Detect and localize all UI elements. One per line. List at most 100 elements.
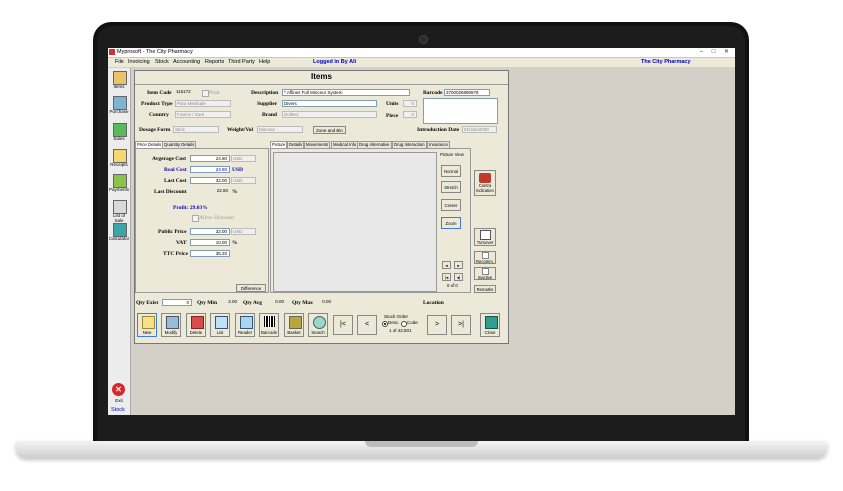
sidebar-item-receipts[interactable]: Receipts (108, 162, 130, 167)
sidebar-item-sales[interactable]: Sales (108, 136, 130, 141)
sidebar-item-purchase[interactable]: Purchase (108, 109, 130, 114)
sidebar-item-payments[interactable]: Payments (108, 187, 130, 192)
exit-label[interactable]: Exit (108, 398, 130, 403)
tab-drug-alternative[interactable]: Drug Alternative (357, 141, 392, 148)
turnover-icon (479, 230, 491, 240)
inactive-button[interactable]: Inactive (474, 267, 496, 280)
picture-box[interactable] (273, 152, 437, 292)
close-button[interactable]: Close (480, 313, 500, 337)
qty-max-field[interactable]: 0.00 (313, 299, 333, 306)
print-checkbox[interactable] (202, 90, 209, 97)
difference-button[interactable]: Difference (236, 284, 266, 292)
list-of-sale-icon[interactable] (113, 200, 127, 214)
tab-quantity-details[interactable]: Quantity Details (162, 141, 197, 148)
tab-movements[interactable]: Movements (304, 141, 331, 148)
modify-icon (166, 316, 179, 329)
zone-bin-button[interactable]: Zone and Bin (313, 126, 346, 134)
public-price-field[interactable]: 32.00 (190, 228, 230, 235)
calculator-icon[interactable] (113, 223, 127, 237)
prev-record-button[interactable]: < (357, 315, 377, 335)
center-button[interactable]: Center (441, 199, 461, 211)
public-currency-select[interactable]: USD (231, 228, 256, 235)
menu-help[interactable]: Help (259, 59, 270, 65)
items-icon[interactable] (113, 71, 127, 85)
receipts-icon[interactable] (113, 149, 127, 163)
maximize-icon[interactable]: □ (709, 49, 718, 55)
sidebar-item-items[interactable]: Items (108, 84, 130, 89)
country-select[interactable]: France / Sure (175, 111, 231, 118)
barcode-list[interactable] (423, 98, 498, 124)
menu-file[interactable]: File (115, 59, 124, 65)
qty-min-field[interactable]: 2.00 (219, 299, 239, 306)
turnover-button[interactable]: Turnover (474, 228, 496, 246)
avg-cost-field[interactable]: 24.80 (190, 155, 230, 162)
last-discount-field[interactable]: 22.50 (190, 188, 230, 195)
new-button[interactable]: New (137, 313, 157, 337)
tab-price-details[interactable]: Price Details (135, 141, 164, 148)
last-record-button[interactable]: >| (451, 315, 471, 335)
qty-avg-field[interactable]: 0.00 (266, 299, 286, 306)
vat-field[interactable]: 10.00 (190, 239, 230, 246)
recomm-checkbox[interactable] (481, 252, 489, 259)
last-cost-field[interactable]: 32.00 (190, 177, 230, 184)
last-currency-select[interactable]: USD (231, 177, 256, 184)
search-button[interactable]: Search (308, 313, 328, 337)
basket-button[interactable]: Basket (284, 313, 304, 337)
menu-reports[interactable]: Reports (205, 59, 224, 65)
code-label: Code (407, 320, 418, 325)
close-icon[interactable]: ✕ (722, 49, 731, 55)
piece-field[interactable]: 0 (403, 111, 417, 118)
purchase-icon[interactable] (113, 96, 127, 110)
description-field[interactable]: * Affines Full Minceur System (282, 89, 410, 96)
real-cost-field[interactable]: 24.80 (190, 166, 230, 173)
allow-discount-checkbox[interactable] (192, 215, 199, 222)
weight-select[interactable]: Minceur (257, 126, 303, 133)
barcode-button[interactable]: Barcode (259, 313, 279, 337)
supplier-field[interactable]: Divers (282, 100, 377, 107)
normal-button[interactable]: Normal (441, 165, 461, 177)
modify-button[interactable]: Modify (161, 313, 181, 337)
menu-third-party[interactable]: Third Party (228, 59, 255, 65)
tab-drug-interaction[interactable]: Drug Interaction (392, 141, 427, 148)
sidebar-item-list-of-sale[interactable]: List of Sale (108, 213, 130, 223)
brand-select[interactable]: Dolless (282, 111, 377, 118)
pic-first-button[interactable]: |◂ (442, 273, 451, 281)
pic-last-button[interactable]: ◂| (454, 273, 463, 281)
tab-picture[interactable]: Picture (270, 141, 288, 148)
ttc-price-field[interactable]: 35.20 (190, 250, 230, 257)
menu-stock[interactable]: Stock (155, 59, 169, 65)
inactive-checkbox[interactable] (481, 268, 489, 275)
reader-button[interactable]: Reader (235, 313, 255, 337)
units-field[interactable]: 0 (403, 100, 417, 107)
list-button[interactable]: List (210, 313, 230, 337)
pic-prev-button[interactable]: ◂ (442, 261, 451, 269)
product-type-select[interactable]: Para Medicale (175, 100, 231, 107)
reader-label: Reader (237, 330, 253, 335)
avg-currency-select[interactable]: USD (231, 155, 256, 162)
dosage-form-select[interactable]: Stick (173, 126, 219, 133)
recomm-button[interactable]: Recomm. (474, 251, 496, 264)
sidebar-item-calculator[interactable]: Calculator (108, 236, 130, 241)
exit-icon[interactable]: ✕ (112, 383, 125, 396)
minimize-icon[interactable]: – (697, 49, 706, 55)
barcode-field[interactable]: 3700026990878 (444, 89, 490, 96)
menu-accounting[interactable]: Accounting (173, 59, 200, 65)
stretch-button[interactable]: Stretch (441, 181, 461, 193)
sales-icon[interactable] (113, 123, 127, 137)
zoom-button[interactable]: Zoom (441, 217, 461, 229)
tab-medical-info[interactable]: Medical Info (331, 141, 359, 148)
item-code-field[interactable]: 116172 (175, 89, 201, 96)
contra-indication-button[interactable]: Contra indication (474, 170, 496, 196)
tab-insurance[interactable]: Insurance (427, 141, 450, 148)
intro-date-field[interactable]: 01/Jan/2020 (462, 126, 497, 133)
next-record-button[interactable]: > (427, 315, 447, 335)
menu-invoicing[interactable]: Invoicing (128, 59, 150, 65)
payments-icon[interactable] (113, 174, 127, 188)
remarks-button[interactable]: Remarks (474, 285, 496, 293)
price-details-panel: Avgerage Cost 24.80 USD Real Cost 24.80 … (135, 148, 269, 293)
qty-exist-field[interactable]: 0 (162, 299, 192, 306)
pic-next-button[interactable]: ▸ (454, 261, 463, 269)
tab-details[interactable]: Details (287, 141, 305, 148)
delete-button[interactable]: Delete (186, 313, 206, 337)
first-record-button[interactable]: |< (333, 315, 353, 335)
